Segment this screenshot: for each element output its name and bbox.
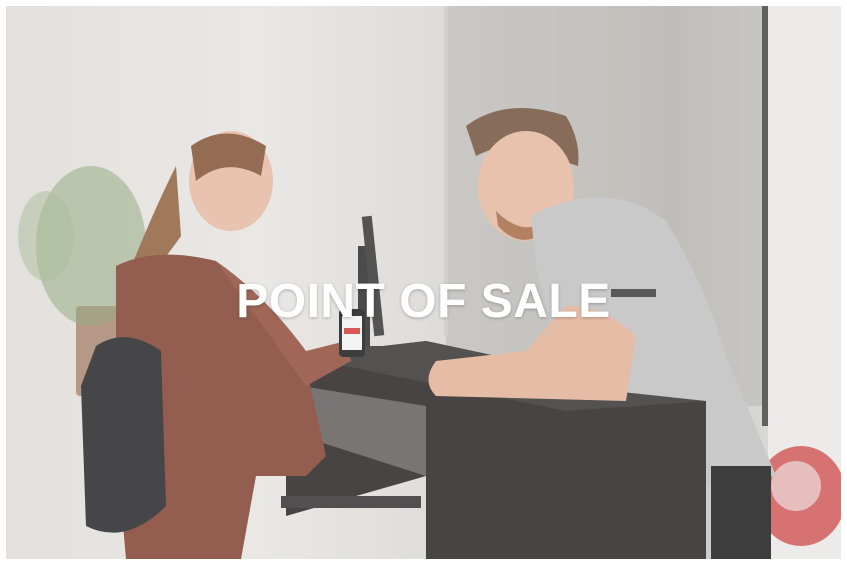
hero-banner: POINT OF SALE bbox=[6, 6, 841, 559]
hero-title: POINT OF SALE bbox=[236, 275, 611, 328]
